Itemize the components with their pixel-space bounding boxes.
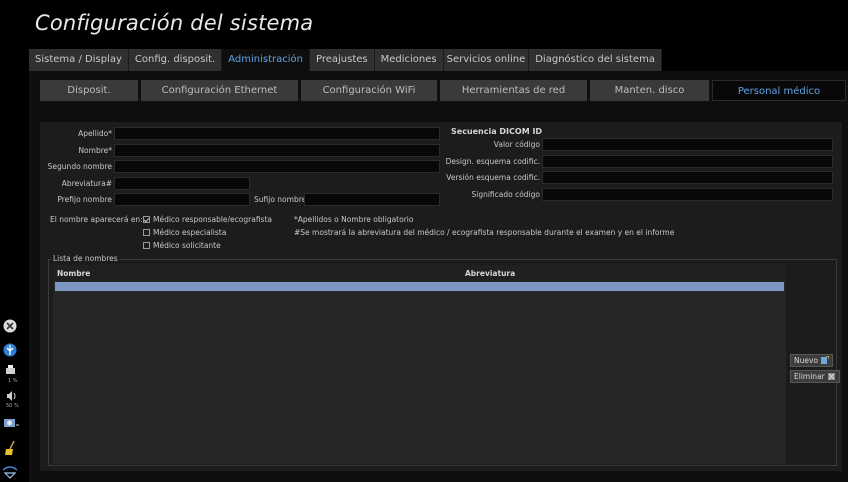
nuevo-button[interactable]: Nuevo xyxy=(790,354,834,367)
main-tabs: Sistema / Display Config. disposit. Admi… xyxy=(29,49,662,71)
segundo-nombre-label: Segundo nombre xyxy=(47,162,112,171)
names-table[interactable]: Nombre Abreviatura xyxy=(53,265,786,464)
printer-icon[interactable] xyxy=(0,365,22,377)
tab-administracion[interactable]: Administración xyxy=(222,49,310,71)
tab-mediciones[interactable]: Mediciones xyxy=(374,49,444,71)
apellido-field[interactable] xyxy=(114,127,440,140)
sufijo-nombre-label: Sufijo nombre xyxy=(254,195,307,204)
column-header-nombre[interactable]: Nombre xyxy=(57,269,90,278)
dicom-section-title: Secuencia DICOM ID xyxy=(451,127,543,136)
abreviatura-field[interactable] xyxy=(114,177,250,190)
tab-config-disposit[interactable]: Config. disposit. xyxy=(128,49,223,71)
version-esquema-label: Versión esquema codific. xyxy=(446,173,540,182)
subtab-wifi[interactable]: Configuración WiFi xyxy=(301,80,437,101)
subtab-manten-disco[interactable]: Manten. disco xyxy=(590,80,709,101)
nombre-field[interactable] xyxy=(114,144,440,157)
tab-diagnostico[interactable]: Diagnóstico del sistema xyxy=(529,49,662,71)
nuevo-label: Nuevo xyxy=(794,356,819,365)
designador-field[interactable] xyxy=(542,155,833,168)
eliminar-button[interactable]: Eliminar xyxy=(790,370,840,383)
wifi-icon[interactable] xyxy=(0,464,22,480)
sufijo-nombre-field[interactable] xyxy=(304,193,440,206)
checkbox-box[interactable] xyxy=(143,229,150,236)
speaker-icon[interactable] xyxy=(0,390,22,402)
nombre-label: Nombre* xyxy=(78,146,112,155)
usb-icon[interactable] xyxy=(0,342,22,358)
subtab-disposit[interactable]: Disposit. xyxy=(40,80,138,101)
segundo-nombre-field[interactable] xyxy=(114,160,440,173)
names-list-legend: Lista de nombres xyxy=(51,254,120,263)
table-row-selected[interactable] xyxy=(55,282,784,291)
designador-label: Design. esquema codific. xyxy=(445,157,540,166)
significado-codigo-field[interactable] xyxy=(542,188,833,201)
side-toolbar: 1 % 50 % xyxy=(0,310,22,482)
subtab-personal-medico[interactable]: Personal médico xyxy=(712,80,846,101)
checkbox-medico-responsable[interactable]: Médico responsable/ecografista xyxy=(143,215,272,224)
add-person-icon xyxy=(821,356,830,364)
abreviatura-label: Abreviatura# xyxy=(61,179,112,188)
checkbox-box[interactable] xyxy=(143,242,150,249)
close-icon[interactable] xyxy=(0,318,22,334)
delete-icon xyxy=(827,373,835,380)
window-title: Configuración del sistema xyxy=(35,11,314,35)
abbreviation-note: #Se mostrará la abreviatura del médico /… xyxy=(294,228,675,237)
tab-preajustes[interactable]: Preajustes xyxy=(309,49,375,71)
valor-codigo-field[interactable] xyxy=(542,138,833,151)
valor-codigo-label: Valor código xyxy=(493,140,540,149)
subtab-ethernet[interactable]: Configuración Ethernet xyxy=(141,80,298,101)
required-note: *Apellidos o Nombre obligatorio xyxy=(294,215,414,224)
title-bar: Configuración del sistema xyxy=(0,0,848,46)
appear-in-label: El nombre aparecerá en: xyxy=(50,215,143,224)
camera-icon[interactable] xyxy=(0,416,22,430)
broom-icon[interactable] xyxy=(0,440,22,456)
checkbox-label: Médico especialista xyxy=(153,228,227,237)
eliminar-label: Eliminar xyxy=(794,372,825,381)
tab-sistema-display[interactable]: Sistema / Display xyxy=(29,49,129,71)
tab-servicios-online[interactable]: Servicios online xyxy=(443,49,530,71)
checkbox-medico-especialista[interactable]: Médico especialista xyxy=(143,228,226,237)
names-table-header: Nombre Abreviatura xyxy=(53,265,786,281)
prefijo-nombre-field[interactable] xyxy=(114,193,250,206)
checkbox-label: Médico solicitante xyxy=(153,241,221,250)
checkbox-medico-solicitante[interactable]: Médico solicitante xyxy=(143,241,221,250)
subtab-herramientas-red[interactable]: Herramientas de red xyxy=(440,80,587,101)
version-esquema-field[interactable] xyxy=(542,171,833,184)
checkbox-label: Médico responsable/ecografista xyxy=(153,215,272,224)
prefijo-nombre-label: Prefijo nombre xyxy=(57,195,112,204)
apellido-label: Apellido* xyxy=(78,129,112,138)
volume-percent: 50 % xyxy=(6,403,19,409)
column-header-abreviatura[interactable]: Abreviatura xyxy=(465,269,515,278)
sub-tabs: Disposit. Configuración Ethernet Configu… xyxy=(0,80,848,101)
printer-percent: 1 % xyxy=(8,378,18,384)
checkbox-box-checked[interactable] xyxy=(143,216,150,223)
significado-codigo-label: Significado código xyxy=(471,190,540,199)
